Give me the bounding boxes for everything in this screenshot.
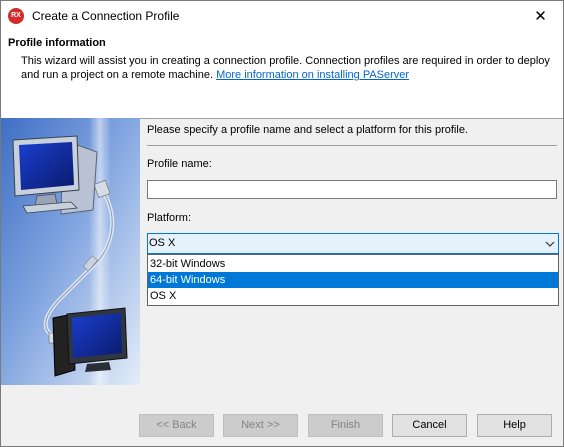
wizard-side-image [1,118,140,385]
back-button[interactable]: << Back [139,414,214,437]
platform-dropdown-list: 32-bit Windows 64-bit Windows OS X [147,254,559,306]
platform-label: Platform: [147,212,192,224]
header-title: Profile information [8,37,106,49]
profile-name-input[interactable] [147,180,557,199]
platform-option-64bit-windows[interactable]: 64-bit Windows [148,272,558,288]
dialog-window: RX Create a Connection Profile ✕ Profile… [0,0,564,447]
chevron-down-icon [545,241,555,247]
close-icon[interactable]: ✕ [518,1,563,32]
network-computers-illustration [1,118,140,385]
platform-select[interactable]: OS X [147,233,559,254]
help-button[interactable]: Help [477,414,552,437]
header-panel: Profile information This wizard will ass… [1,32,563,119]
platform-select-value: OS X [149,237,176,249]
divider [147,145,557,146]
window-title: Create a Connection Profile [32,9,180,23]
platform-option-32bit-windows[interactable]: 32-bit Windows [148,256,558,272]
next-button[interactable]: Next >> [223,414,298,437]
app-icon: RX [8,8,24,24]
profile-name-label: Profile name: [147,158,212,170]
header-description: This wizard will assist you in creating … [21,54,556,82]
cancel-button[interactable]: Cancel [392,414,467,437]
paserver-info-link[interactable]: More information on installing PAServer [216,69,409,81]
platform-option-osx[interactable]: OS X [148,288,558,304]
title-bar[interactable]: RX Create a Connection Profile ✕ [1,1,563,32]
finish-button[interactable]: Finish [308,414,383,437]
intro-text: Please specify a profile name and select… [147,124,468,136]
